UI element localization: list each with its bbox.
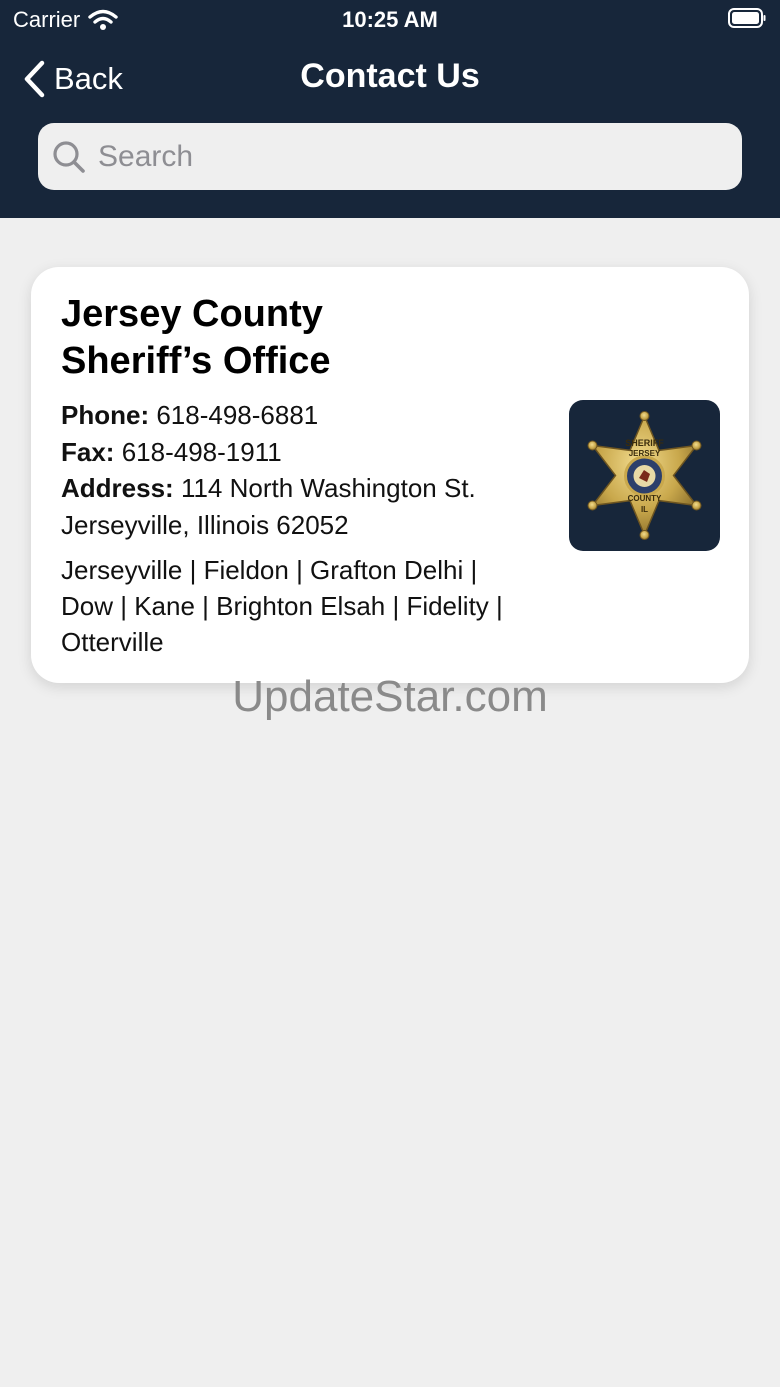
search-input[interactable] xyxy=(96,138,700,175)
contact-card[interactable]: Jersey County Sheriff’s Office Phone: 61… xyxy=(31,267,749,683)
contact-details: Phone: 618-498-6881 Fax: 618-498-1911 Ad… xyxy=(61,397,561,543)
service-areas: Jerseyville | Fieldon | Grafton Delhi | … xyxy=(61,552,531,660)
battery-icon xyxy=(728,8,766,28)
svg-text:SHERIFF: SHERIFF xyxy=(625,438,664,448)
svg-text:JERSEY: JERSEY xyxy=(629,449,661,458)
page-title: Contact Us xyxy=(300,57,480,95)
magnifier-icon xyxy=(53,140,85,173)
sheriff-badge-logo: SHERIFF JERSEY COUNTY IL xyxy=(569,400,720,551)
phone-value[interactable]: 618-498-6881 xyxy=(156,400,318,430)
svg-text:COUNTY: COUNTY xyxy=(628,494,662,503)
fax-row: Fax: 618-498-1911 xyxy=(61,434,561,471)
address-label: Address: xyxy=(61,473,174,503)
status-bar-time: 10:25 AM xyxy=(342,7,438,32)
address-line-2: Jerseyville, Illinois 62052 xyxy=(61,509,349,540)
service-areas-line-1: Jerseyville | Fieldon | Grafton Delhi | xyxy=(61,555,478,585)
service-areas-line-3: Otterville xyxy=(61,627,164,657)
contact-title-line-2: Sheriff’s Office xyxy=(61,340,331,382)
contact-title-line-1: Jersey County xyxy=(61,293,323,335)
phone-label: Phone: xyxy=(61,400,150,430)
fax-label: Fax: xyxy=(61,436,115,467)
service-areas-line-2: Dow | Kane | Brighton Elsah | Fidelity | xyxy=(61,591,503,621)
navigation-header: Carrier 10:25 AM Back Contact Us xyxy=(0,0,780,218)
phone-row[interactable]: Phone: 618-498-6881 xyxy=(61,397,561,434)
fax-value: 618-498-1911 xyxy=(121,436,282,467)
sheriff-star-badge-icon: SHERIFF JERSEY COUNTY IL xyxy=(587,411,702,540)
search-bar[interactable] xyxy=(38,123,742,190)
watermark: UpdateStar.com xyxy=(232,672,548,721)
svg-text:IL: IL xyxy=(641,505,648,514)
address-row[interactable]: Address: 114 North Washington St. xyxy=(61,470,561,507)
contact-title: Jersey County Sheriff’s Office xyxy=(61,291,541,385)
address-line-1: 114 North Washington St. xyxy=(180,473,476,503)
